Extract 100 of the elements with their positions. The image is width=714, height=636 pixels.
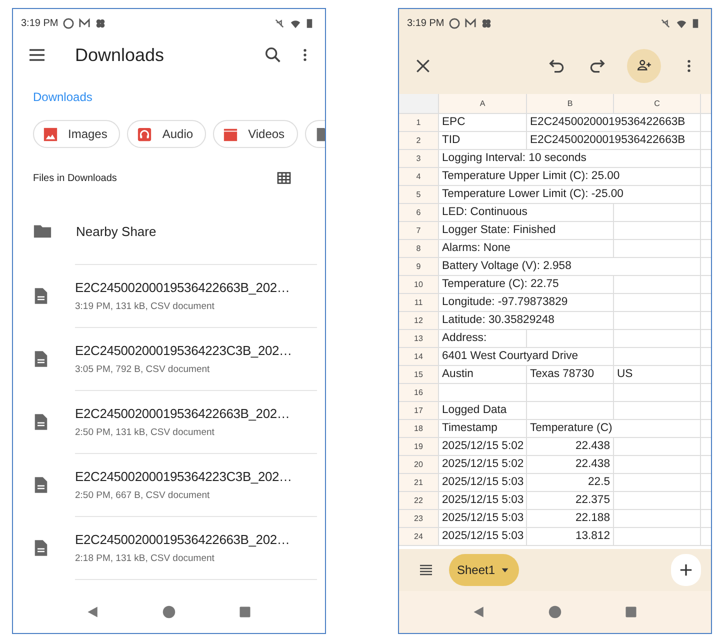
table-cell: Longitude: -97.79873829 — [439, 294, 614, 312]
mute-icon — [660, 18, 671, 28]
table-cell: TID — [439, 132, 527, 150]
mail-icon — [79, 18, 90, 28]
recents-icon[interactable] — [624, 605, 638, 619]
file-item[interactable]: E2C245002000195364223C3B_202… 3:05 PM, 792 B, CSV document — [75, 328, 317, 391]
screen-title: Downloads — [75, 44, 166, 66]
back-icon[interactable] — [86, 605, 100, 619]
clapperboard-icon — [223, 126, 238, 142]
table-cell: E2C24500200019536422663B — [527, 114, 701, 132]
sheet-tab[interactable]: Sheet1 — [449, 554, 520, 586]
row-header[interactable]: 15 — [399, 366, 439, 384]
row-header[interactable]: 3 — [399, 150, 439, 168]
row-header[interactable]: 18 — [399, 420, 439, 438]
table-cell: EPC — [439, 114, 527, 132]
row-header[interactable]: 4 — [399, 168, 439, 186]
file-details: 3:05 PM, 792 B, CSV document — [75, 364, 211, 375]
file-item[interactable]: E2C24500200019536422663B_202… 2:50 PM, 131 kB, CSV document — [75, 391, 317, 454]
table-cell: 22.375 — [527, 492, 614, 510]
row-header[interactable]: 2 — [399, 132, 439, 150]
category-chip[interactable]: Images — [33, 120, 120, 148]
back-icon[interactable] — [472, 605, 486, 619]
row-header[interactable]: 10 — [399, 276, 439, 294]
table-cell: 2025/12/15 5:02 — [439, 456, 527, 474]
row-header[interactable]: 7 — [399, 222, 439, 240]
table-cell: Latitude: 30.35829248 — [439, 312, 614, 330]
row-header[interactable]: 14 — [399, 348, 439, 366]
mute-icon — [274, 18, 285, 28]
table-cell: 2025/12/15 5:03 — [439, 528, 527, 546]
row-header[interactable]: 9 — [399, 258, 439, 276]
row-header[interactable]: 11 — [399, 294, 439, 312]
status-time: 3:19 PM — [21, 18, 58, 28]
file-item[interactable]: E2C24500200019536422663B_202… 3:19 PM, 131 kB, CSV document — [75, 265, 317, 328]
table-cell: 2025/12/15 5:03 — [439, 492, 527, 510]
table-cell: Temperature (C): 22.75 — [439, 276, 614, 294]
headphones-icon — [137, 126, 152, 142]
row-header[interactable]: 13 — [399, 330, 439, 348]
folder-icon — [33, 223, 52, 239]
table-cell: 22.5 — [527, 474, 614, 492]
row-header[interactable]: 16 — [399, 384, 439, 402]
mail-icon — [465, 18, 476, 28]
table-cell: 6401 West Courtyard Drive — [439, 348, 614, 366]
table-cell: 22.438 — [527, 456, 614, 474]
row-header[interactable]: 21 — [399, 474, 439, 492]
row-header[interactable]: 12 — [399, 312, 439, 330]
table-cell: US — [614, 366, 701, 384]
file-name: E2C24500200019536422663B_202… — [75, 532, 290, 547]
file-item[interactable]: E2C245002000195364223C3B_202… 2:50 PM, 667 B, CSV document — [75, 454, 317, 517]
table-cell: Address: — [439, 330, 527, 348]
table-cell: Austin — [439, 366, 527, 384]
row-header[interactable]: 19 — [399, 438, 439, 456]
search-icon[interactable] — [263, 45, 283, 65]
table-cell: Temperature Lower Limit (C): -25.00 — [439, 186, 701, 204]
fan-icon — [481, 18, 492, 28]
column-header[interactable]: B — [527, 94, 614, 114]
file-details: 2:50 PM, 131 kB, CSV document — [75, 427, 216, 438]
table-cell: Logged Data — [439, 402, 527, 420]
row-header[interactable]: 1 — [399, 114, 439, 132]
add-sheet-button[interactable] — [671, 554, 701, 586]
table-cell: 2025/12/15 5:03 — [439, 510, 527, 528]
recents-icon[interactable] — [238, 605, 252, 619]
document-icon — [34, 476, 48, 494]
row-header[interactable]: 20 — [399, 456, 439, 474]
table-cell: LED: Continuous — [439, 204, 614, 222]
wifi-icon — [290, 18, 301, 28]
folder-item[interactable]: Nearby Share — [13, 202, 325, 260]
caret-icon — [501, 566, 510, 574]
table-cell: Battery Voltage (V): 2.958 — [439, 258, 701, 276]
file-details: 2:50 PM, 667 B, CSV document — [75, 490, 211, 501]
row-header[interactable]: 6 — [399, 204, 439, 222]
row-header[interactable]: 23 — [399, 510, 439, 528]
document-icon — [34, 287, 48, 305]
row-header[interactable]: 17 — [399, 402, 439, 420]
table-cell: 2025/12/15 5:03 — [439, 474, 527, 492]
row-header[interactable]: 5 — [399, 186, 439, 204]
home-icon[interactable] — [162, 605, 176, 619]
wifi-icon — [676, 18, 687, 28]
add-person-button[interactable] — [627, 48, 661, 82]
file-details: 3:19 PM, 131 kB, CSV document — [75, 301, 216, 312]
file-item[interactable]: E2C24500200019536422663B_202… 2:18 PM, 131 kB, CSV document — [75, 517, 317, 580]
table-cell: 22.438 — [527, 438, 614, 456]
column-header[interactable]: A — [439, 94, 527, 114]
home-icon[interactable] — [548, 605, 562, 619]
table-cell: Logger State: Finished — [439, 222, 614, 240]
table-cell: 13.812 — [527, 528, 614, 546]
document-icon — [314, 126, 325, 142]
row-header[interactable]: 24 — [399, 528, 439, 546]
document-icon — [34, 350, 48, 368]
row-header[interactable]: 22 — [399, 492, 439, 510]
row-header[interactable]: 8 — [399, 240, 439, 258]
grid-view-icon[interactable] — [277, 172, 291, 184]
category-chip[interactable]: Audio — [127, 120, 206, 148]
table-cell: Texas 78730 — [527, 366, 614, 384]
category-chip[interactable]: Videos — [213, 120, 298, 148]
battery-icon — [306, 18, 313, 28]
table-cell: Temperature (C) — [527, 420, 701, 438]
column-header[interactable]: C — [614, 94, 701, 114]
status-app-icon — [63, 18, 74, 28]
table-cell: 22.188 — [527, 510, 614, 528]
section-title: Files in Downloads — [33, 172, 117, 184]
